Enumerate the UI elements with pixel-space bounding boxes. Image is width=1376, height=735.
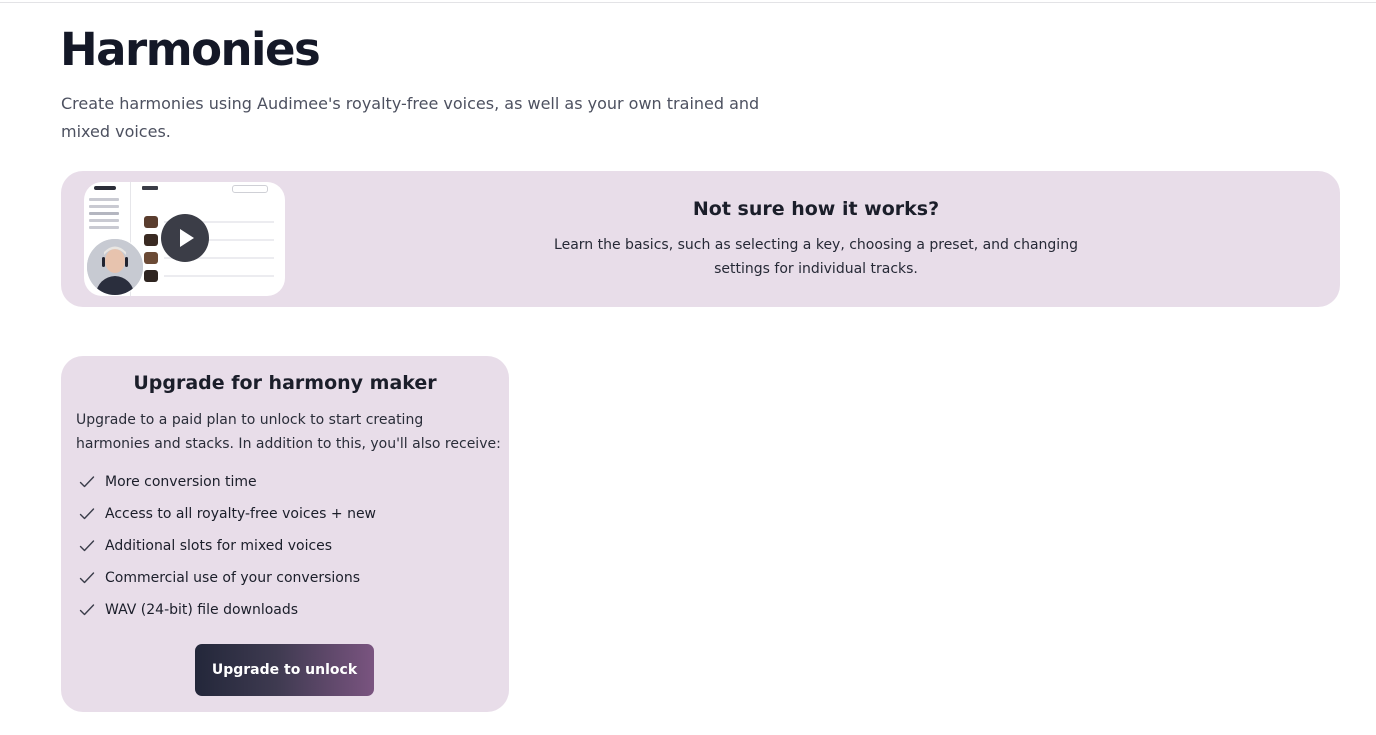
thumbnail-track-avatar xyxy=(144,234,158,246)
tutorial-video-thumbnail[interactable] xyxy=(84,182,285,296)
thumbnail-nav-item xyxy=(89,219,119,222)
upgrade-card: Upgrade for harmony maker Upgrade to a p… xyxy=(61,356,509,712)
thumbnail-select xyxy=(232,185,268,193)
thumbnail-heading xyxy=(142,186,158,190)
check-icon xyxy=(79,604,95,616)
feature-text: Commercial use of your conversions xyxy=(105,570,360,586)
page-description: Create harmonies using Audimee's royalty… xyxy=(61,94,760,141)
presenter-avatar xyxy=(86,238,144,296)
thumbnail-track-avatar xyxy=(144,216,158,228)
thumbnail-track-row xyxy=(144,270,280,282)
tutorial-title: Not sure how it works? xyxy=(692,198,940,220)
feature-text: More conversion time xyxy=(105,474,257,490)
check-icon xyxy=(79,540,95,552)
upgrade-to-unlock-button[interactable]: Upgrade to unlock xyxy=(195,644,374,696)
thumbnail-nav-item xyxy=(89,212,119,215)
check-icon xyxy=(79,572,95,584)
feature-text: Access to all royalty-free voices + new xyxy=(105,506,377,522)
presenter-portrait xyxy=(87,239,143,295)
check-icon xyxy=(79,476,95,488)
thumbnail-track-avatar xyxy=(144,252,158,264)
tutorial-banner: Not sure how it works? Learn the basics,… xyxy=(61,171,1340,307)
thumbnail-nav-item xyxy=(89,205,119,208)
thumbnail-track-line xyxy=(164,275,274,277)
top-divider xyxy=(0,2,1376,3)
page-title: Harmonies xyxy=(60,23,321,76)
feature-text: WAV (24-bit) file downloads xyxy=(105,602,299,618)
thumbnail-nav-item xyxy=(89,226,119,229)
upgrade-description: Upgrade to a paid plan to unlock to star… xyxy=(76,412,501,452)
thumbnail-track-avatar xyxy=(144,270,158,282)
thumbnail-track-row xyxy=(144,252,280,264)
upgrade-title: Upgrade for harmony maker xyxy=(133,372,437,394)
play-button[interactable] xyxy=(161,214,209,262)
tutorial-description: Learn the basics, such as selecting a ke… xyxy=(554,237,1078,277)
thumbnail-nav-item xyxy=(89,198,119,201)
feature-text: Additional slots for mixed voices xyxy=(105,538,333,554)
thumbnail-logo xyxy=(94,186,116,190)
check-icon xyxy=(79,508,95,520)
play-icon xyxy=(180,229,194,247)
